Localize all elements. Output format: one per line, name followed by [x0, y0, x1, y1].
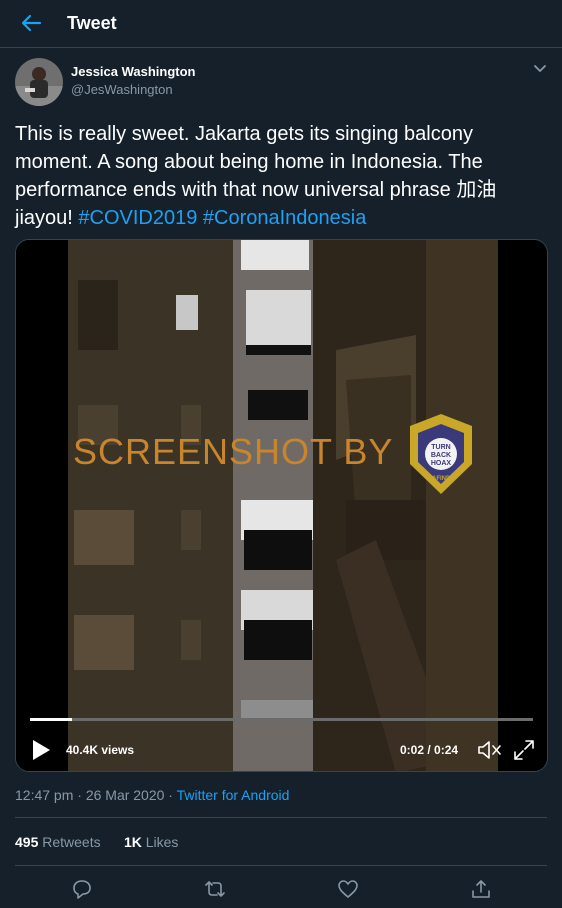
turnbackhoax-badge: TURN BACK HOAX MAFINDO — [410, 414, 472, 494]
tweet-text: This is really sweet. Jakarta gets its s… — [15, 120, 545, 232]
badge-brand: MAFINDO — [427, 476, 455, 482]
page-title: Tweet — [67, 13, 117, 33]
video-time: 0:02 / 0:24 — [400, 743, 459, 757]
source-link[interactable]: Twitter for Android — [177, 787, 290, 803]
retweets-count: 495 — [15, 834, 39, 850]
retweet-icon[interactable] — [204, 878, 226, 900]
mute-icon[interactable] — [476, 738, 502, 762]
tweet-meta: 12:47 pm · 26 Mar 2020 · Twitter for And… — [15, 787, 289, 803]
tweet-stats: 495 Retweets 1K Likes — [15, 834, 178, 850]
author-name[interactable]: Jessica Washington — [71, 64, 196, 79]
divider — [15, 817, 547, 818]
hashtag-link[interactable]: #COVID2019 — [78, 207, 197, 229]
like-icon[interactable] — [337, 878, 359, 900]
divider — [15, 865, 547, 866]
back-arrow-icon[interactable] — [20, 12, 42, 34]
reply-icon[interactable] — [71, 878, 93, 900]
badge-line1: TURN — [431, 444, 450, 451]
video-progress-track[interactable] — [30, 718, 533, 721]
avatar[interactable] — [15, 58, 63, 106]
likes-stat[interactable]: 1K Likes — [124, 834, 178, 850]
likes-count: 1K — [123, 834, 142, 850]
badge-line3: HOAX — [431, 460, 452, 467]
share-icon[interactable] — [470, 878, 492, 900]
chevron-down-icon[interactable] — [531, 62, 549, 76]
likes-label: Likes — [145, 834, 179, 850]
hashtag-link[interactable]: #CoronaIndonesia — [203, 207, 366, 229]
fullscreen-icon[interactable] — [512, 738, 536, 762]
video-player[interactable] — [15, 239, 548, 772]
view-count: 40.4K views — [66, 743, 135, 757]
retweets-label: Retweets — [42, 834, 101, 850]
top-bar: Tweet — [0, 0, 562, 48]
timestamp[interactable]: 12:47 pm · 26 Mar 2020 · — [15, 787, 177, 803]
retweets-stat[interactable]: 495 Retweets — [15, 834, 101, 850]
play-icon[interactable] — [31, 739, 51, 761]
author-handle[interactable]: @JesWashington — [71, 82, 173, 97]
video-frame — [16, 240, 547, 771]
watermark-text: SCREENSHOT BY — [73, 431, 394, 472]
badge-line2: BACK — [431, 452, 451, 459]
video-progress-fill — [30, 718, 72, 721]
